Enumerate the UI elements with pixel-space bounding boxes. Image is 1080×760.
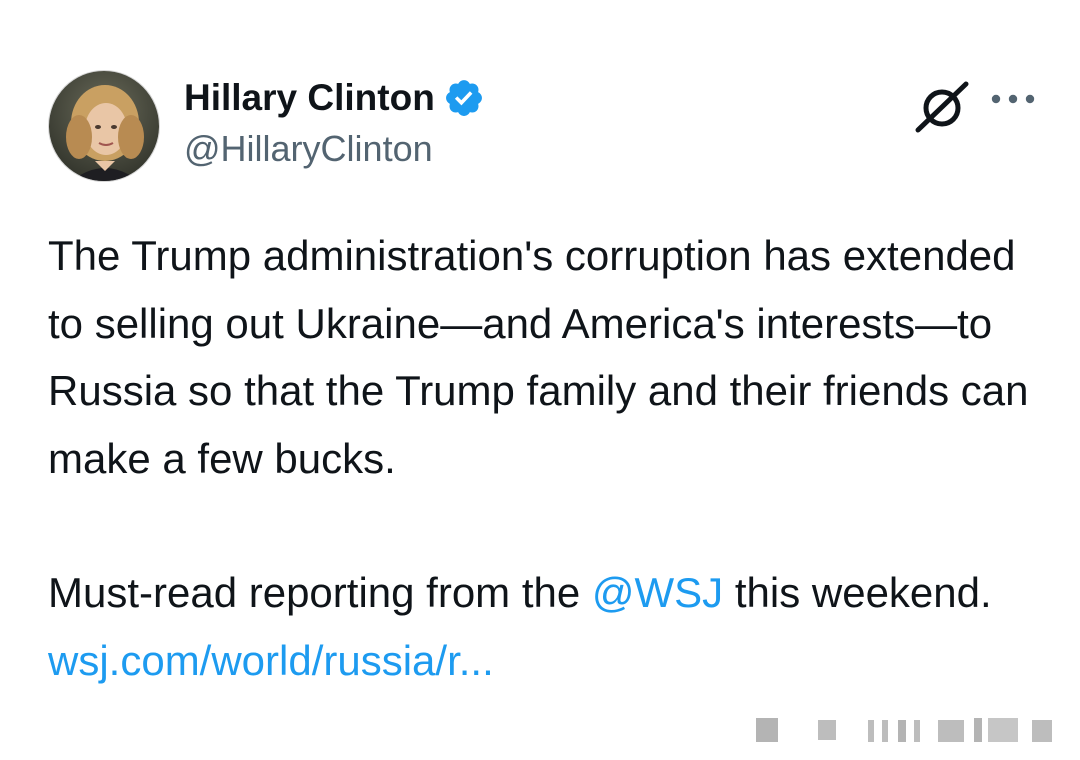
paragraph2-middle: this weekend. — [723, 569, 992, 616]
tweet-text: The Trump administration's corruption ha… — [48, 222, 1058, 694]
author-names: Hillary Clinton @HillaryClinton — [184, 72, 485, 170]
display-name[interactable]: Hillary Clinton — [184, 77, 435, 119]
tweet-paragraph-1: The Trump administration's corruption ha… — [48, 232, 1029, 482]
article-link[interactable]: wsj.com/world/russia/r... — [48, 637, 494, 684]
more-options-icon[interactable] — [988, 84, 1038, 114]
watermark — [748, 712, 1068, 748]
display-name-row: Hillary Clinton — [184, 72, 485, 124]
tweet-header: Hillary Clinton @HillaryClinton — [48, 70, 1048, 182]
paragraph2-lead: Must-read reporting from the — [48, 569, 592, 616]
author-handle[interactable]: @HillaryClinton — [184, 128, 485, 170]
verified-badge-icon — [443, 77, 485, 119]
mention-link[interactable]: @WSJ — [592, 569, 723, 616]
grok-icon[interactable] — [914, 78, 970, 134]
tweet-card: Hillary Clinton @HillaryClinton The Trum… — [0, 0, 1080, 760]
avatar[interactable] — [48, 70, 160, 182]
tweet-paragraph-2: Must-read reporting from the @WSJ this w… — [48, 559, 1058, 694]
